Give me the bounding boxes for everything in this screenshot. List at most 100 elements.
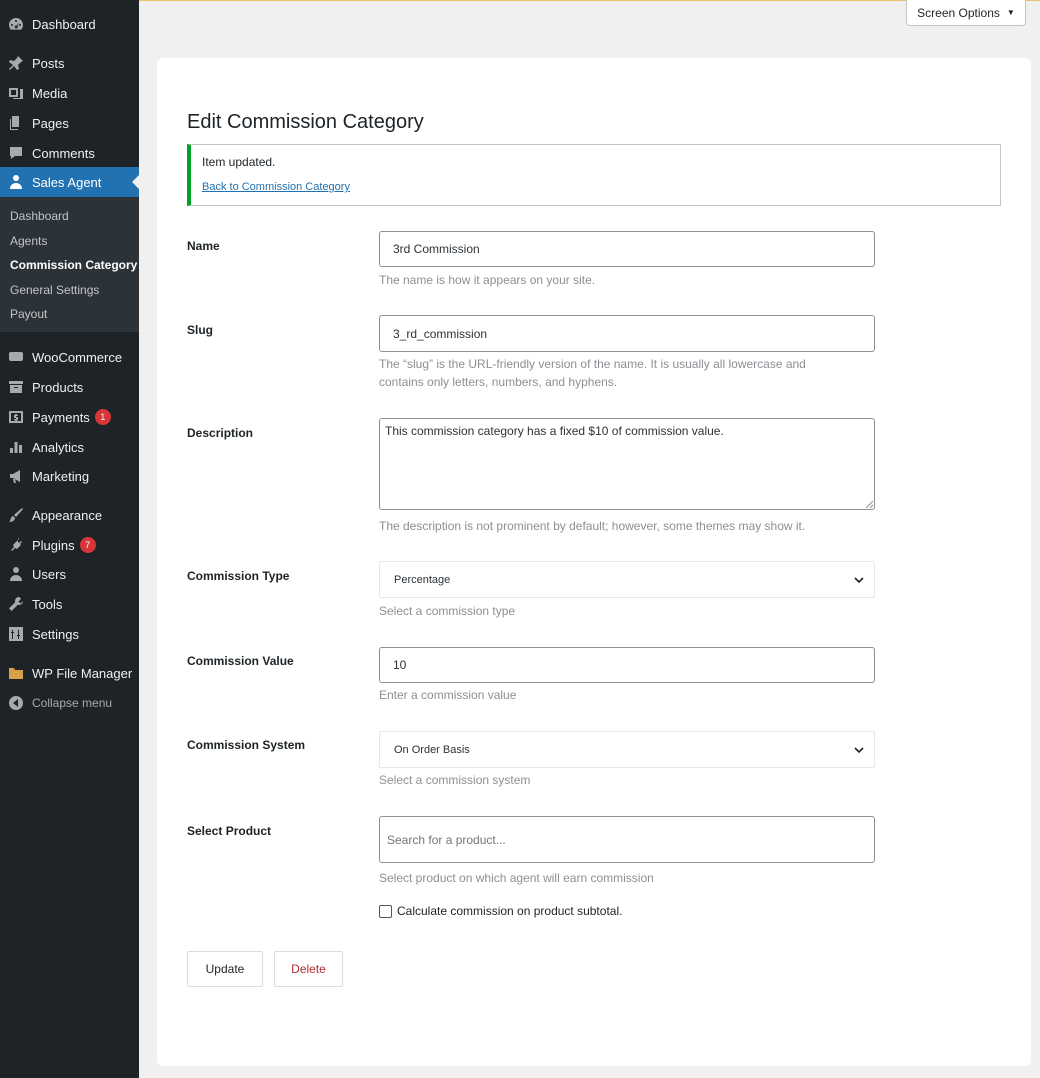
select-product-hint: Select product on which agent will earn …: [379, 871, 654, 885]
menu-label: Analytics: [32, 439, 85, 455]
brush-icon: [8, 507, 24, 523]
submenu-dashboard[interactable]: Dashboard: [10, 209, 69, 223]
calc-subtotal-label: Calculate commission on product subtotal…: [397, 904, 623, 918]
archive-icon: [8, 379, 24, 395]
screen-options-button[interactable]: Screen Options ▼: [906, 0, 1026, 26]
edit-form-card: Edit Commission Category Item updated. B…: [157, 58, 1031, 1066]
menu-label: Marketing: [32, 468, 90, 484]
commission-system-value: On Order Basis: [394, 743, 470, 756]
menu-comments[interactable]: Comments: [0, 138, 139, 168]
megaphone-icon: [8, 468, 24, 484]
submenu-agents[interactable]: Agents: [10, 234, 47, 248]
success-notice: Item updated. Back to Commission Categor…: [187, 144, 1001, 206]
name-hint: The name is how it appears on your site.: [379, 273, 596, 287]
sales-agent-submenu: Dashboard Agents Commission Category Gen…: [0, 197, 139, 332]
menu-label: Plugins: [32, 537, 75, 553]
menu-label: Settings: [32, 626, 79, 642]
payments-badge: 1: [94, 409, 111, 425]
menu-woocommerce[interactable]: WooCommerce: [0, 342, 139, 372]
menu-label: Posts: [32, 55, 65, 71]
menu-label: Users: [32, 566, 66, 582]
submenu-commission-category[interactable]: Commission Category: [10, 258, 137, 272]
screen-options-label: Screen Options: [917, 5, 1000, 20]
users-icon: [8, 566, 24, 582]
commission-value-input[interactable]: [379, 647, 875, 683]
commission-type-value: Percentage: [394, 573, 451, 586]
name-label: Name: [187, 239, 220, 253]
delete-button[interactable]: Delete: [274, 951, 343, 987]
submenu-general-settings[interactable]: General Settings: [10, 283, 99, 297]
slug-label: Slug: [187, 323, 213, 337]
calc-subtotal-checkbox[interactable]: [379, 904, 392, 918]
menu-products[interactable]: Products: [0, 372, 139, 402]
media-icon: [8, 85, 24, 101]
dashboard-icon: [8, 16, 24, 32]
menu-label: Dashboard: [32, 16, 96, 32]
page-title: Edit Commission Category: [187, 111, 424, 133]
menu-label: Sales Agent: [32, 174, 102, 190]
file-manager-icon: [8, 665, 24, 681]
top-accent-line: [139, 0, 1040, 1]
menu-label: Collapse menu: [32, 696, 113, 710]
menu-tools[interactable]: Tools: [0, 589, 139, 619]
menu-media[interactable]: Media: [0, 78, 139, 108]
sales-agent-icon: [8, 174, 24, 190]
comment-icon: [8, 145, 24, 161]
woocommerce-icon: [8, 349, 24, 365]
menu-label: Comments: [32, 145, 95, 161]
slug-input[interactable]: [379, 315, 875, 352]
menu-label: Pages: [32, 115, 69, 131]
menu-sales-agent[interactable]: Sales Agent: [0, 167, 139, 197]
commission-system-hint: Select a commission system: [379, 773, 531, 787]
slug-hint-line: The “slug” is the URL-friendly version o…: [379, 357, 806, 371]
product-search-input[interactable]: [379, 816, 875, 863]
description-label: Description: [187, 426, 254, 440]
menu-label: Media: [32, 85, 68, 101]
back-to-commission-category-link[interactable]: Back to Commission Category: [202, 181, 350, 193]
current-menu-arrow: [132, 175, 139, 189]
plugin-icon: [8, 537, 24, 553]
menu-settings[interactable]: Settings: [0, 619, 139, 649]
menu-label: Tools: [32, 596, 63, 612]
menu-label: Products: [32, 379, 84, 395]
menu-marketing[interactable]: Marketing: [0, 461, 139, 491]
description-text: This commission category has a fixed $10…: [385, 424, 724, 438]
analytics-icon: [8, 439, 24, 455]
wrench-icon: [8, 596, 24, 612]
resize-handle-icon[interactable]: [865, 500, 873, 508]
menu-label: Appearance: [32, 507, 103, 523]
description-hint: The description is not prominent by defa…: [379, 519, 806, 533]
settings-icon: [8, 626, 24, 642]
notice-message: Item updated.: [202, 155, 276, 169]
slug-hint-line: contains only letters, numbers, and hyph…: [379, 375, 618, 389]
menu-label: WP File Manager: [32, 665, 133, 681]
menu-payments[interactable]: Payments 1: [0, 402, 139, 432]
admin-sidebar: Dashboard Posts Media Pages Comments Sal…: [0, 0, 139, 1078]
commission-type-hint: Select a commission type: [379, 604, 516, 618]
menu-pages[interactable]: Pages: [0, 108, 139, 138]
menu-dashboard[interactable]: Dashboard: [0, 9, 139, 39]
commission-type-select[interactable]: Percentage: [379, 561, 875, 598]
chevron-down-icon: [852, 573, 866, 587]
payments-icon: [8, 409, 24, 425]
menu-label: Payments: [32, 409, 90, 425]
menu-users[interactable]: Users: [0, 559, 139, 589]
menu-analytics[interactable]: Analytics: [0, 432, 139, 462]
menu-appearance[interactable]: Appearance: [0, 500, 139, 530]
collapse-menu-button[interactable]: Collapse menu: [0, 688, 139, 718]
update-button[interactable]: Update: [187, 951, 263, 987]
menu-label: WooCommerce: [32, 349, 123, 365]
collapse-icon: [8, 695, 24, 711]
calc-subtotal-row[interactable]: Calculate commission on product subtotal…: [379, 904, 622, 918]
commission-value-hint: Enter a commission value: [379, 688, 517, 702]
menu-plugins[interactable]: Plugins 7: [0, 530, 139, 560]
commission-system-select[interactable]: On Order Basis: [379, 731, 875, 768]
slug-hint: The “slug” is the URL-friendly version o…: [379, 355, 806, 391]
name-input[interactable]: [379, 231, 875, 267]
menu-posts[interactable]: Posts: [0, 48, 139, 78]
pin-icon: [8, 55, 24, 71]
description-textarea[interactable]: This commission category has a fixed $10…: [379, 418, 875, 510]
submenu-payout[interactable]: Payout: [10, 307, 47, 321]
menu-wp-file-manager[interactable]: WP File Manager: [0, 658, 139, 688]
chevron-down-icon: [852, 743, 866, 757]
